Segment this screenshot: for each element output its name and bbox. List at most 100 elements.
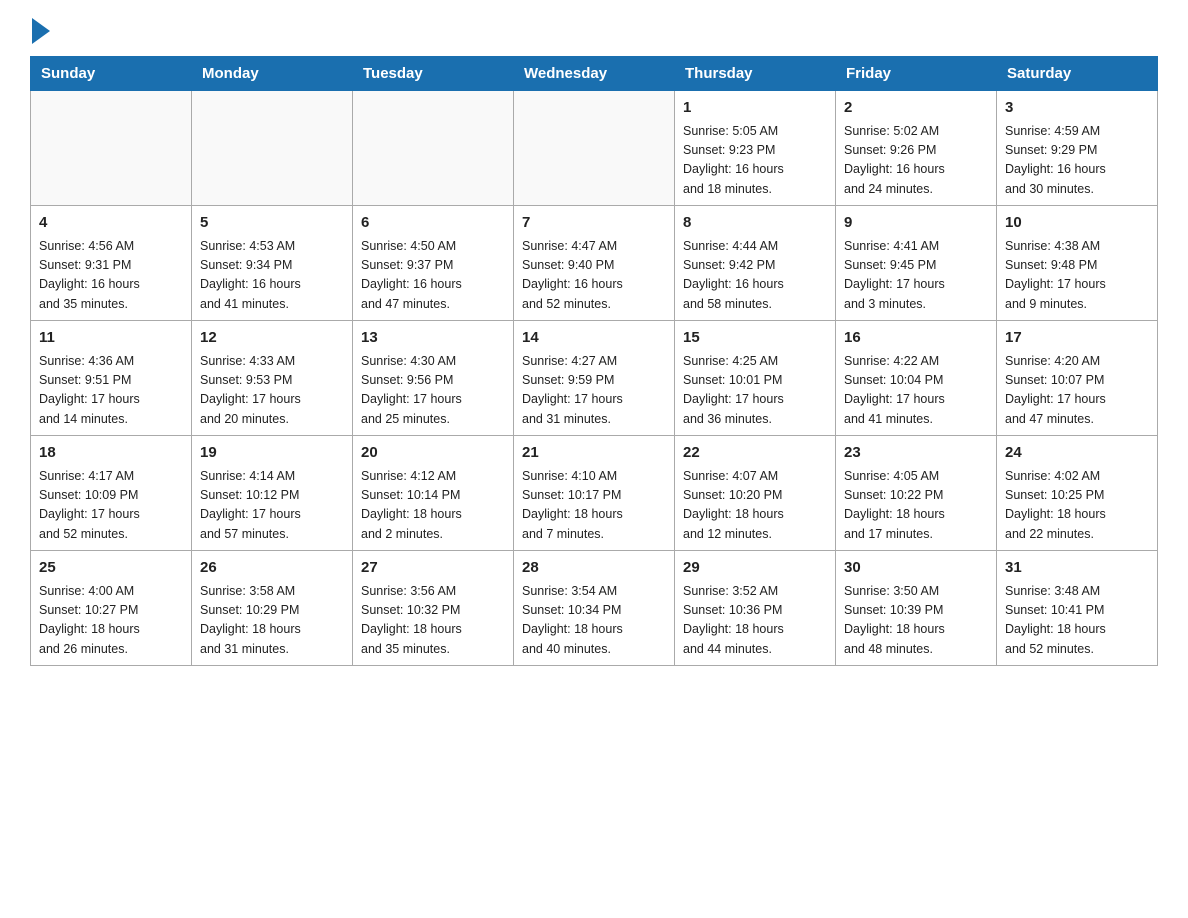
calendar-header-monday: Monday <box>192 57 353 91</box>
day-number: 11 <box>39 327 183 350</box>
day-info: Sunrise: 5:02 AM Sunset: 9:26 PM Dayligh… <box>844 122 988 200</box>
calendar-cell: 12Sunrise: 4:33 AM Sunset: 9:53 PM Dayli… <box>192 321 353 436</box>
calendar-cell: 9Sunrise: 4:41 AM Sunset: 9:45 PM Daylig… <box>836 206 997 321</box>
calendar-cell <box>353 91 514 206</box>
calendar-cell: 16Sunrise: 4:22 AM Sunset: 10:04 PM Dayl… <box>836 321 997 436</box>
calendar-cell: 1Sunrise: 5:05 AM Sunset: 9:23 PM Daylig… <box>675 91 836 206</box>
day-number: 2 <box>844 97 988 120</box>
day-number: 4 <box>39 212 183 235</box>
day-number: 7 <box>522 212 666 235</box>
calendar-cell: 4Sunrise: 4:56 AM Sunset: 9:31 PM Daylig… <box>31 206 192 321</box>
day-info: Sunrise: 5:05 AM Sunset: 9:23 PM Dayligh… <box>683 122 827 200</box>
calendar-cell: 8Sunrise: 4:44 AM Sunset: 9:42 PM Daylig… <box>675 206 836 321</box>
day-info: Sunrise: 4:56 AM Sunset: 9:31 PM Dayligh… <box>39 237 183 315</box>
day-info: Sunrise: 4:12 AM Sunset: 10:14 PM Daylig… <box>361 467 505 545</box>
calendar-header-friday: Friday <box>836 57 997 91</box>
day-number: 6 <box>361 212 505 235</box>
calendar-cell: 19Sunrise: 4:14 AM Sunset: 10:12 PM Dayl… <box>192 436 353 551</box>
day-number: 24 <box>1005 442 1149 465</box>
day-number: 22 <box>683 442 827 465</box>
day-number: 9 <box>844 212 988 235</box>
day-number: 19 <box>200 442 344 465</box>
day-info: Sunrise: 4:17 AM Sunset: 10:09 PM Daylig… <box>39 467 183 545</box>
day-info: Sunrise: 4:27 AM Sunset: 9:59 PM Dayligh… <box>522 352 666 430</box>
calendar-cell: 11Sunrise: 4:36 AM Sunset: 9:51 PM Dayli… <box>31 321 192 436</box>
calendar-week-row: 11Sunrise: 4:36 AM Sunset: 9:51 PM Dayli… <box>31 321 1158 436</box>
day-number: 1 <box>683 97 827 120</box>
calendar-cell <box>31 91 192 206</box>
day-info: Sunrise: 4:47 AM Sunset: 9:40 PM Dayligh… <box>522 237 666 315</box>
day-number: 31 <box>1005 557 1149 580</box>
day-number: 23 <box>844 442 988 465</box>
day-info: Sunrise: 3:54 AM Sunset: 10:34 PM Daylig… <box>522 582 666 660</box>
calendar-cell: 29Sunrise: 3:52 AM Sunset: 10:36 PM Dayl… <box>675 551 836 666</box>
calendar-cell <box>192 91 353 206</box>
calendar-cell: 5Sunrise: 4:53 AM Sunset: 9:34 PM Daylig… <box>192 206 353 321</box>
day-info: Sunrise: 3:58 AM Sunset: 10:29 PM Daylig… <box>200 582 344 660</box>
day-number: 17 <box>1005 327 1149 350</box>
day-number: 30 <box>844 557 988 580</box>
calendar-cell: 10Sunrise: 4:38 AM Sunset: 9:48 PM Dayli… <box>997 206 1158 321</box>
calendar-cell: 28Sunrise: 3:54 AM Sunset: 10:34 PM Dayl… <box>514 551 675 666</box>
calendar-table: SundayMondayTuesdayWednesdayThursdayFrid… <box>30 56 1158 666</box>
day-number: 28 <box>522 557 666 580</box>
calendar-cell: 31Sunrise: 3:48 AM Sunset: 10:41 PM Dayl… <box>997 551 1158 666</box>
calendar-cell: 21Sunrise: 4:10 AM Sunset: 10:17 PM Dayl… <box>514 436 675 551</box>
calendar-cell: 22Sunrise: 4:07 AM Sunset: 10:20 PM Dayl… <box>675 436 836 551</box>
calendar-cell: 18Sunrise: 4:17 AM Sunset: 10:09 PM Dayl… <box>31 436 192 551</box>
page-header <box>30 20 1158 46</box>
day-info: Sunrise: 4:38 AM Sunset: 9:48 PM Dayligh… <box>1005 237 1149 315</box>
calendar-cell: 14Sunrise: 4:27 AM Sunset: 9:59 PM Dayli… <box>514 321 675 436</box>
day-info: Sunrise: 4:44 AM Sunset: 9:42 PM Dayligh… <box>683 237 827 315</box>
day-number: 29 <box>683 557 827 580</box>
calendar-cell: 25Sunrise: 4:00 AM Sunset: 10:27 PM Dayl… <box>31 551 192 666</box>
day-info: Sunrise: 4:36 AM Sunset: 9:51 PM Dayligh… <box>39 352 183 430</box>
day-number: 16 <box>844 327 988 350</box>
day-info: Sunrise: 3:50 AM Sunset: 10:39 PM Daylig… <box>844 582 988 660</box>
calendar-cell: 26Sunrise: 3:58 AM Sunset: 10:29 PM Dayl… <box>192 551 353 666</box>
calendar-header-tuesday: Tuesday <box>353 57 514 91</box>
calendar-week-row: 18Sunrise: 4:17 AM Sunset: 10:09 PM Dayl… <box>31 436 1158 551</box>
day-info: Sunrise: 4:05 AM Sunset: 10:22 PM Daylig… <box>844 467 988 545</box>
calendar-cell: 7Sunrise: 4:47 AM Sunset: 9:40 PM Daylig… <box>514 206 675 321</box>
day-info: Sunrise: 4:50 AM Sunset: 9:37 PM Dayligh… <box>361 237 505 315</box>
day-info: Sunrise: 4:14 AM Sunset: 10:12 PM Daylig… <box>200 467 344 545</box>
day-number: 14 <box>522 327 666 350</box>
day-number: 25 <box>39 557 183 580</box>
day-info: Sunrise: 4:07 AM Sunset: 10:20 PM Daylig… <box>683 467 827 545</box>
calendar-cell: 17Sunrise: 4:20 AM Sunset: 10:07 PM Dayl… <box>997 321 1158 436</box>
day-info: Sunrise: 4:00 AM Sunset: 10:27 PM Daylig… <box>39 582 183 660</box>
day-info: Sunrise: 3:56 AM Sunset: 10:32 PM Daylig… <box>361 582 505 660</box>
day-number: 27 <box>361 557 505 580</box>
day-info: Sunrise: 4:53 AM Sunset: 9:34 PM Dayligh… <box>200 237 344 315</box>
calendar-header-thursday: Thursday <box>675 57 836 91</box>
day-number: 21 <box>522 442 666 465</box>
day-info: Sunrise: 3:48 AM Sunset: 10:41 PM Daylig… <box>1005 582 1149 660</box>
day-number: 13 <box>361 327 505 350</box>
calendar-cell: 23Sunrise: 4:05 AM Sunset: 10:22 PM Dayl… <box>836 436 997 551</box>
calendar-cell: 2Sunrise: 5:02 AM Sunset: 9:26 PM Daylig… <box>836 91 997 206</box>
calendar-week-row: 4Sunrise: 4:56 AM Sunset: 9:31 PM Daylig… <box>31 206 1158 321</box>
logo <box>30 20 50 46</box>
day-number: 20 <box>361 442 505 465</box>
calendar-header-row: SundayMondayTuesdayWednesdayThursdayFrid… <box>31 57 1158 91</box>
day-info: Sunrise: 4:22 AM Sunset: 10:04 PM Daylig… <box>844 352 988 430</box>
calendar-cell: 20Sunrise: 4:12 AM Sunset: 10:14 PM Dayl… <box>353 436 514 551</box>
calendar-cell <box>514 91 675 206</box>
calendar-cell: 15Sunrise: 4:25 AM Sunset: 10:01 PM Dayl… <box>675 321 836 436</box>
day-number: 18 <box>39 442 183 465</box>
calendar-cell: 3Sunrise: 4:59 AM Sunset: 9:29 PM Daylig… <box>997 91 1158 206</box>
day-info: Sunrise: 4:30 AM Sunset: 9:56 PM Dayligh… <box>361 352 505 430</box>
day-info: Sunrise: 4:59 AM Sunset: 9:29 PM Dayligh… <box>1005 122 1149 200</box>
day-number: 8 <box>683 212 827 235</box>
calendar-week-row: 1Sunrise: 5:05 AM Sunset: 9:23 PM Daylig… <box>31 91 1158 206</box>
day-info: Sunrise: 3:52 AM Sunset: 10:36 PM Daylig… <box>683 582 827 660</box>
day-info: Sunrise: 4:25 AM Sunset: 10:01 PM Daylig… <box>683 352 827 430</box>
calendar-cell: 13Sunrise: 4:30 AM Sunset: 9:56 PM Dayli… <box>353 321 514 436</box>
day-number: 26 <box>200 557 344 580</box>
day-info: Sunrise: 4:33 AM Sunset: 9:53 PM Dayligh… <box>200 352 344 430</box>
calendar-cell: 30Sunrise: 3:50 AM Sunset: 10:39 PM Dayl… <box>836 551 997 666</box>
day-number: 15 <box>683 327 827 350</box>
calendar-cell: 24Sunrise: 4:02 AM Sunset: 10:25 PM Dayl… <box>997 436 1158 551</box>
calendar-week-row: 25Sunrise: 4:00 AM Sunset: 10:27 PM Dayl… <box>31 551 1158 666</box>
